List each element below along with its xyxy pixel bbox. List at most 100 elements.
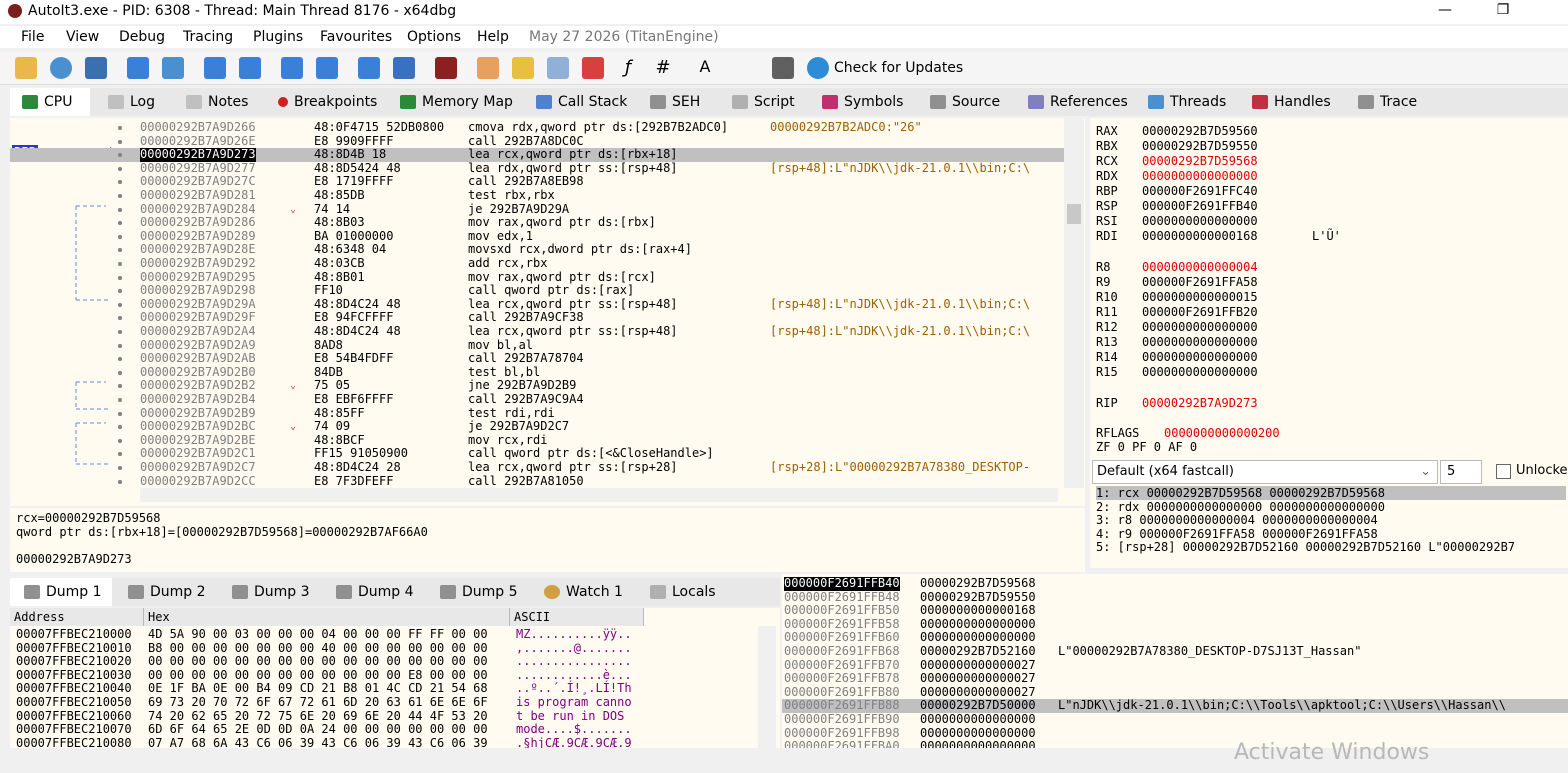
- disasm-row[interactable]: 00000292B7A9D277 48:8D5424 48 lea rdx,qwor…: [10, 161, 1070, 176]
- menu-file[interactable]: File: [21, 29, 44, 45]
- disasm-row[interactable]: 00000292B7A9D2BE 48:8BCF mov rcx,rdi: [10, 433, 1070, 448]
- breakpoint-dot-icon[interactable]: [118, 248, 122, 253]
- breakpoint-dot-icon[interactable]: [118, 194, 122, 198]
- register-row[interactable]: RBX 00000292B7D59550: [1096, 139, 1556, 154]
- tab-symbols[interactable]: Symbols: [822, 88, 903, 116]
- stack-row[interactable]: 000000F2691FFB98 0000000000000000: [782, 726, 1568, 741]
- register-row[interactable]: RIP 00000292B7A9D273: [1096, 396, 1556, 411]
- tab-watch-1[interactable]: Watch 1: [544, 578, 623, 606]
- disasm-row[interactable]: 00000292B7A9D266 48:0F4715 52DB0800 cmova …: [10, 120, 1070, 135]
- breakpoint-dot-icon[interactable]: [118, 275, 122, 280]
- disasm-row[interactable]: 00000292B7A9D29F E8 94FCFFFF call 292B7A9C…: [10, 311, 1070, 325]
- dump-header-hex[interactable]: Hex: [144, 608, 510, 626]
- dump-row[interactable]: 00007FFBEC210010 B8 00 00 00 00 00 00 00 …: [10, 641, 750, 656]
- register-row[interactable]: R15 0000000000000000: [1096, 365, 1556, 380]
- breakpoint-dot-icon[interactable]: [118, 180, 122, 185]
- step-into-icon[interactable]: [204, 57, 226, 79]
- restart-icon[interactable]: [50, 57, 72, 79]
- breakpoint-dot-icon[interactable]: [118, 302, 122, 307]
- open-icon[interactable]: [15, 57, 37, 79]
- tab-breakpoints[interactable]: Breakpoints: [278, 88, 377, 116]
- register-row[interactable]: RAX 00000292B7D59560: [1096, 124, 1556, 139]
- dump-row[interactable]: 00007FFBEC210020 00 00 00 00 00 00 00 00 …: [10, 655, 750, 669]
- stack-row[interactable]: 000000F2691FFB90 0000000000000000: [782, 712, 1568, 727]
- tab-log[interactable]: Log: [108, 88, 155, 116]
- breakpoint-dot-icon[interactable]: [118, 330, 122, 334]
- register-row[interactable]: RFLAGS 0000000000000200: [1096, 426, 1556, 441]
- menu-help[interactable]: Help: [477, 29, 509, 45]
- dump-row[interactable]: 00007FFBEC210050 69 73 20 70 72 6F 67 72 …: [10, 695, 750, 710]
- disasm-row[interactable]: ⌄ 00000292B7A9D2BC 74 09 je 292B7A9D2C7: [10, 420, 1070, 434]
- breakpoint-dot-icon[interactable]: [118, 343, 122, 348]
- patch-icon[interactable]: [477, 57, 499, 79]
- disasm-row[interactable]: 00000292B7A9D2B0 84DB test bl,bl: [10, 365, 1070, 380]
- stack-row[interactable]: 000000F2691FFB48 00000292B7D59550: [782, 590, 1568, 605]
- disasm-row[interactable]: 00000292B7A9D289 BA 01000000 mov edx,1: [10, 229, 1070, 244]
- stack-row[interactable]: 000000F2691FFB60 0000000000000000: [782, 631, 1568, 645]
- disasm-row[interactable]: 00000292B7A9D2B4 E8 EBF6FFFF call 292B7A9C…: [10, 392, 1070, 407]
- disasm-row[interactable]: 00000292B7A9D2AB E8 54B4FDFF call 292B7A78…: [10, 352, 1070, 366]
- calling-convention-select[interactable]: Default (x64 fastcall) ⌄: [1092, 460, 1438, 484]
- close-icon[interactable]: [85, 57, 107, 79]
- breakpoint-dot-icon[interactable]: [118, 438, 122, 443]
- dump-row[interactable]: 00007FFBEC210030 00 00 00 00 00 00 00 00 …: [10, 668, 750, 683]
- scylla-icon[interactable]: [435, 57, 457, 79]
- trace-into-icon[interactable]: [281, 57, 303, 79]
- menu-plugins[interactable]: Plugins: [253, 29, 303, 45]
- stack-row[interactable]: 000000F2691FFB50 0000000000000168: [782, 604, 1568, 618]
- tab-handles[interactable]: Handles: [1252, 88, 1331, 116]
- breakpoint-dot-icon[interactable]: [118, 289, 122, 294]
- disasm-row[interactable]: ⌄ 00000292B7A9D2B2 75 05 jne 292B7A9D2B9: [10, 379, 1070, 393]
- tab-dump-5[interactable]: Dump 5: [440, 578, 518, 606]
- disasm-row[interactable]: 00000292B7A9D286 48:8B03 mov rax,qword ptr…: [10, 216, 1070, 230]
- tab-trace[interactable]: Trace: [1358, 88, 1417, 116]
- menu-view[interactable]: View: [66, 29, 99, 45]
- disasm-row[interactable]: 00000292B7A9D2B9 48:85FF test rdi,rdi: [10, 406, 1070, 421]
- tab-dump-2[interactable]: Dump 2: [128, 578, 206, 606]
- tab-locals[interactable]: Locals: [650, 578, 716, 606]
- tab-memory-map[interactable]: Memory Map: [400, 88, 513, 116]
- stack-row[interactable]: 000000F2691FFB58 0000000000000000: [782, 617, 1568, 632]
- breakpoint-dot-icon[interactable]: [118, 139, 122, 144]
- bookmarks-icon[interactable]: [582, 57, 604, 79]
- breakpoint-dot-icon[interactable]: [118, 398, 122, 402]
- scroll-thumb[interactable]: [1067, 204, 1081, 224]
- registers-panel[interactable]: RAX 00000292B7D59560 RBX 00000292B7D59550 RC…: [1090, 118, 1568, 458]
- dump-row[interactable]: 00007FFBEC210000 4D 5A 90 00 03 00 00 00 …: [10, 627, 750, 642]
- tab-call-stack[interactable]: Call Stack: [536, 88, 627, 116]
- dump-row[interactable]: 00007FFBEC210080 07 A7 68 6A 43 C6 06 39 …: [10, 736, 750, 748]
- register-row[interactable]: R14 0000000000000000: [1096, 350, 1556, 365]
- register-row[interactable]: R13 0000000000000000: [1096, 335, 1556, 350]
- comments-icon[interactable]: [512, 57, 534, 79]
- breakpoint-dot-icon[interactable]: [118, 466, 122, 470]
- tab-references[interactable]: References: [1028, 88, 1128, 116]
- dump-row[interactable]: 00007FFBEC210040 0E 1F BA 0E 00 B4 09 CD …: [10, 682, 750, 696]
- breakpoint-dot-icon[interactable]: [118, 221, 122, 226]
- disasm-row[interactable]: 00000292B7A9D28E 48:6348 04 movsxd rcx,dwo…: [10, 243, 1070, 257]
- tab-seh[interactable]: SEH: [650, 88, 700, 116]
- step-over-icon[interactable]: [239, 57, 261, 79]
- register-row[interactable]: RDX 0000000000000000: [1096, 169, 1556, 184]
- globe-icon[interactable]: [807, 57, 829, 79]
- stack-row[interactable]: 000000F2691FFB88 00000292B7D50000 L"nJDK\\…: [782, 699, 1568, 713]
- breakpoint-dot-icon[interactable]: [118, 357, 122, 362]
- breakpoint-dot-icon[interactable]: [118, 425, 122, 430]
- tab-cpu[interactable]: CPU: [10, 88, 90, 116]
- disasm-row[interactable]: 00000292B7A9D2A4 48:8D4C24 48 lea rcx,qwor…: [10, 324, 1070, 339]
- calculator-icon[interactable]: [772, 57, 794, 79]
- font-icon[interactable]: A: [694, 57, 716, 79]
- register-row[interactable]: RSP 000000F2691FFB40: [1096, 199, 1556, 214]
- tab-notes[interactable]: Notes: [186, 88, 248, 116]
- hex-dump[interactable]: Address Hex ASCII 00007FFBEC210000 4D 5A …: [10, 608, 780, 748]
- dump-header-ascii[interactable]: ASCII: [510, 608, 644, 626]
- menu-favourites[interactable]: Favourites: [320, 29, 392, 45]
- register-row[interactable]: R12 0000000000000000: [1096, 320, 1556, 335]
- register-row[interactable]: R9 000000F2691FFA58: [1096, 275, 1556, 290]
- check-updates-button[interactable]: Check for Updates: [834, 60, 963, 76]
- tab-threads[interactable]: Threads: [1148, 88, 1226, 116]
- breakpoint-dot-icon[interactable]: [118, 153, 122, 158]
- tab-dump-4[interactable]: Dump 4: [336, 578, 414, 606]
- register-row[interactable]: R8 0000000000000004: [1096, 260, 1556, 275]
- execute-till-return-icon[interactable]: [358, 57, 380, 79]
- register-row[interactable]: RBP 000000F2691FFC40: [1096, 184, 1556, 199]
